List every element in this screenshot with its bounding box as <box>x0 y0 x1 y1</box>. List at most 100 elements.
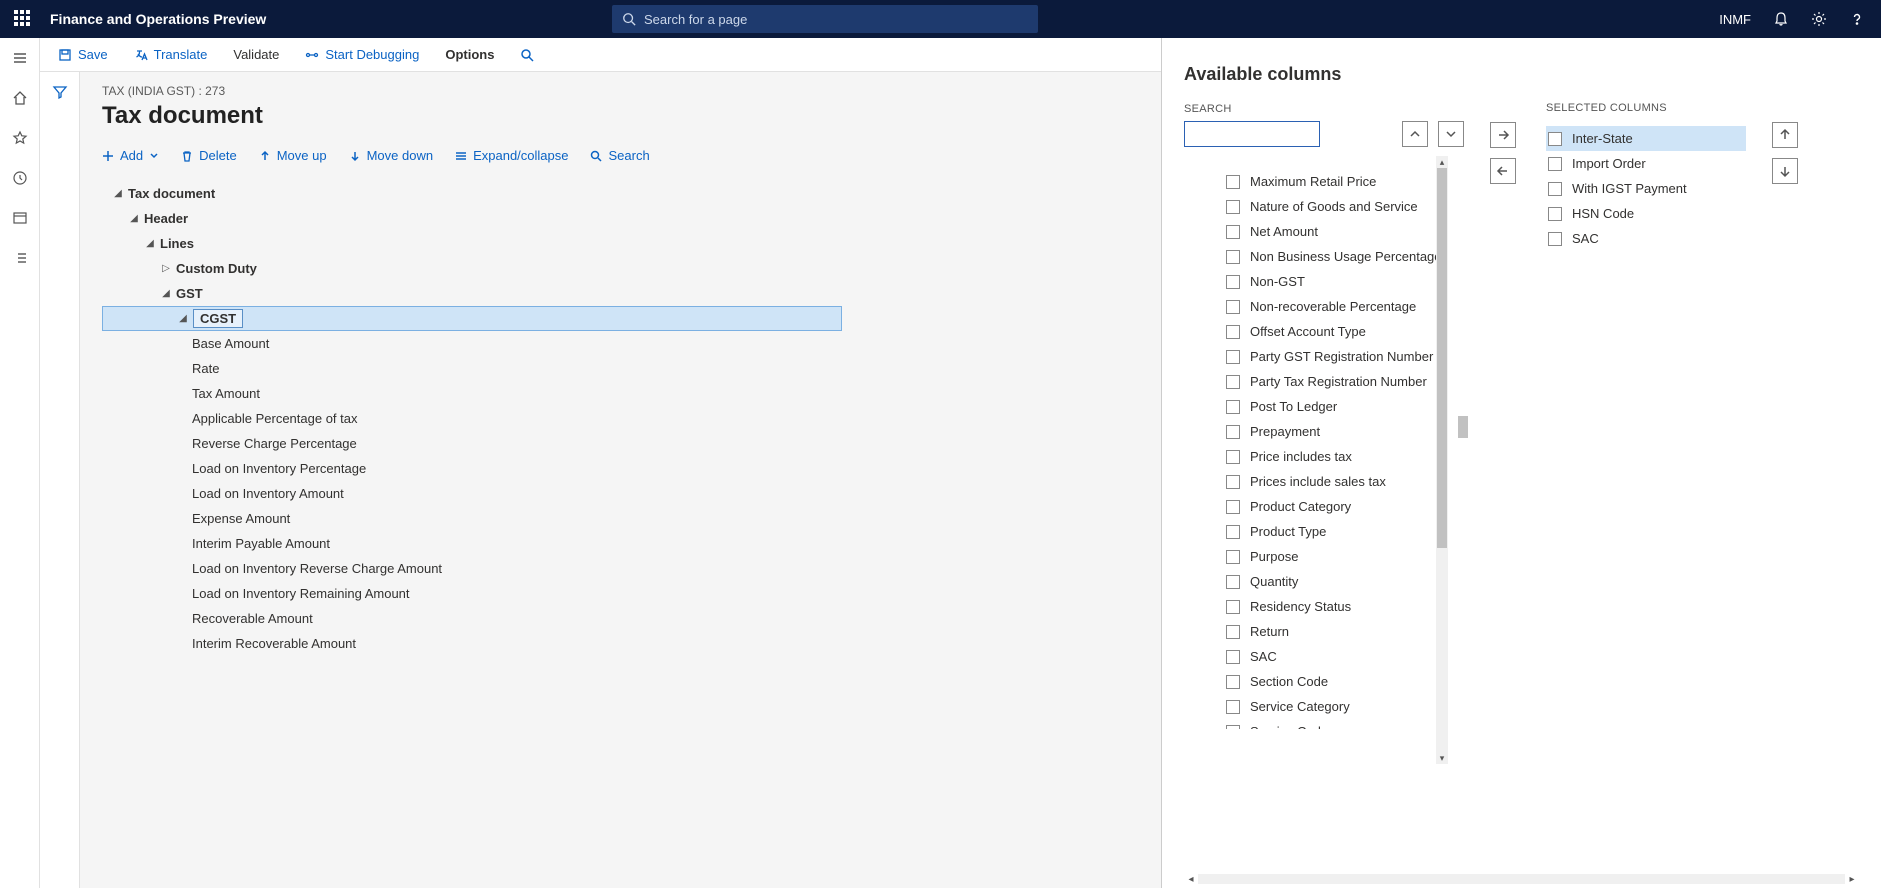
checkbox[interactable] <box>1226 200 1240 214</box>
checkbox[interactable] <box>1226 450 1240 464</box>
available-item[interactable]: Nature of Goods and Service <box>1226 194 1464 219</box>
selected-item[interactable]: Import Order <box>1546 151 1746 176</box>
tree-node-taxdocument[interactable]: ◢Tax document <box>102 181 842 206</box>
available-item[interactable]: Service Category <box>1226 694 1464 719</box>
scroll-up-icon[interactable]: ▴ <box>1436 156 1448 168</box>
tree-leaf[interactable]: Load on Inventory Amount <box>102 481 842 506</box>
tree-node-header[interactable]: ◢Header <box>102 206 842 231</box>
available-item[interactable]: Party GST Registration Number <box>1226 344 1464 369</box>
checkbox[interactable] <box>1226 525 1240 539</box>
available-item[interactable]: Party Tax Registration Number <box>1226 369 1464 394</box>
star-icon[interactable] <box>10 128 30 148</box>
checkbox[interactable] <box>1548 232 1562 246</box>
tree-node-lines[interactable]: ◢Lines <box>102 231 842 256</box>
checkbox[interactable] <box>1226 225 1240 239</box>
checkbox[interactable] <box>1548 182 1562 196</box>
checkbox[interactable] <box>1226 650 1240 664</box>
available-item[interactable]: Prepayment <box>1226 419 1464 444</box>
help-icon[interactable] <box>1849 11 1865 27</box>
checkbox[interactable] <box>1226 725 1240 730</box>
moveup-button[interactable]: Move up <box>259 148 327 163</box>
available-item[interactable]: SAC <box>1226 644 1464 669</box>
available-item[interactable]: Product Category <box>1226 494 1464 519</box>
filter-pane-toggle[interactable] <box>40 72 80 888</box>
tree-leaf[interactable]: Applicable Percentage of tax <box>102 406 842 431</box>
expand-button[interactable]: Expand/collapse <box>455 148 568 163</box>
checkbox[interactable] <box>1226 275 1240 289</box>
tree-leaf[interactable]: Load on Inventory Remaining Amount <box>102 581 842 606</box>
checkbox[interactable] <box>1226 575 1240 589</box>
checkbox[interactable] <box>1226 400 1240 414</box>
tree-leaf[interactable]: Expense Amount <box>102 506 842 531</box>
available-item[interactable]: Service Code <box>1226 719 1464 729</box>
scroll-down-icon[interactable]: ▾ <box>1436 752 1448 764</box>
available-item[interactable]: Return <box>1226 619 1464 644</box>
move-left-button[interactable] <box>1490 158 1516 184</box>
checkbox[interactable] <box>1226 500 1240 514</box>
available-item[interactable]: Product Type <box>1226 519 1464 544</box>
tree-node-cgst[interactable]: ◢CGST <box>102 306 842 331</box>
available-item[interactable]: Net Amount <box>1226 219 1464 244</box>
debug-button[interactable]: Start Debugging <box>305 47 419 62</box>
tree-leaf[interactable]: Interim Payable Amount <box>102 531 842 556</box>
modules-icon[interactable] <box>10 248 30 268</box>
tree-node-customduty[interactable]: ▷Custom Duty <box>102 256 842 281</box>
selected-item[interactable]: Inter-State <box>1546 126 1746 151</box>
available-item[interactable]: Maximum Retail Price <box>1226 169 1464 194</box>
checkbox[interactable] <box>1226 675 1240 689</box>
options-button[interactable]: Options <box>445 47 494 62</box>
available-item[interactable]: Prices include sales tax <box>1226 469 1464 494</box>
available-item[interactable]: Non Business Usage Percentage <box>1226 244 1464 269</box>
available-item[interactable]: Section Code <box>1226 669 1464 694</box>
checkbox[interactable] <box>1226 350 1240 364</box>
bell-icon[interactable] <box>1773 11 1789 27</box>
selected-item[interactable]: SAC <box>1546 226 1746 251</box>
available-item[interactable]: Purpose <box>1226 544 1464 569</box>
find-button[interactable] <box>520 48 534 62</box>
splitter-handle[interactable] <box>1458 416 1468 438</box>
move-up-button[interactable] <box>1772 122 1798 148</box>
checkbox[interactable] <box>1226 550 1240 564</box>
checkbox[interactable] <box>1226 325 1240 339</box>
global-search[interactable]: Search for a page <box>612 5 1038 33</box>
delete-button[interactable]: Delete <box>181 148 237 163</box>
available-item[interactable]: Post To Ledger <box>1226 394 1464 419</box>
checkbox[interactable] <box>1226 175 1240 189</box>
available-item[interactable]: Residency Status <box>1226 594 1464 619</box>
checkbox[interactable] <box>1226 425 1240 439</box>
tree-leaf[interactable]: Rate <box>102 356 842 381</box>
panel-hscrollbar[interactable]: ◂ ▸ <box>1184 872 1859 886</box>
tree-leaf[interactable]: Load on Inventory Percentage <box>102 456 842 481</box>
tree-leaf[interactable]: Interim Recoverable Amount <box>102 631 842 656</box>
save-button[interactable]: Save <box>58 47 108 62</box>
scroll-track[interactable] <box>1198 874 1845 884</box>
user-label[interactable]: INMF <box>1719 12 1751 27</box>
available-item[interactable]: Price includes tax <box>1226 444 1464 469</box>
hamburger-icon[interactable] <box>10 48 30 68</box>
available-item[interactable]: Non-GST <box>1226 269 1464 294</box>
checkbox[interactable] <box>1226 475 1240 489</box>
selected-list[interactable]: Inter-StateImport OrderWith IGST Payment… <box>1546 126 1746 251</box>
checkbox[interactable] <box>1226 250 1240 264</box>
tree-leaf[interactable]: Tax Amount <box>102 381 842 406</box>
available-list[interactable]: Maximum Retail PriceNature of Goods and … <box>1184 169 1464 729</box>
tree-leaf[interactable]: Base Amount <box>102 331 842 356</box>
search-next-button[interactable] <box>1438 121 1464 147</box>
checkbox[interactable] <box>1226 375 1240 389</box>
tree-leaf[interactable]: Reverse Charge Percentage <box>102 431 842 456</box>
scroll-right-icon[interactable]: ▸ <box>1845 872 1859 886</box>
selected-item[interactable]: With IGST Payment <box>1546 176 1746 201</box>
scroll-thumb[interactable] <box>1437 168 1447 548</box>
available-scrollbar[interactable]: ▴ ▾ <box>1436 156 1448 764</box>
app-launcher-icon[interactable] <box>14 10 32 28</box>
tree-search-button[interactable]: Search <box>590 148 649 163</box>
selected-item[interactable]: HSN Code <box>1546 201 1746 226</box>
tree-leaf[interactable]: Load on Inventory Reverse Charge Amount <box>102 556 842 581</box>
validate-button[interactable]: Validate <box>233 47 279 62</box>
add-button[interactable]: Add <box>102 148 159 163</box>
checkbox[interactable] <box>1548 132 1562 146</box>
available-item[interactable]: Non-recoverable Percentage <box>1226 294 1464 319</box>
tree-leaf[interactable]: Recoverable Amount <box>102 606 842 631</box>
home-icon[interactable] <box>10 88 30 108</box>
checkbox[interactable] <box>1226 600 1240 614</box>
